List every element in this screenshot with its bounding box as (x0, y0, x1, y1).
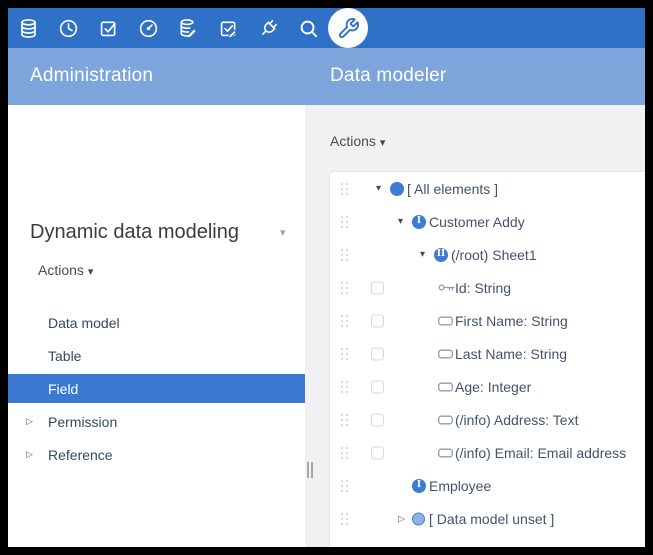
sidebar-item-data-model[interactable]: ▷ Data model (8, 308, 305, 337)
unset-node-icon (412, 512, 425, 525)
chevron-down-icon: ▾ (380, 137, 386, 149)
sidebar-item-label: Permission (48, 414, 117, 430)
app-window: Administration Data modeler Dynamic data… (8, 8, 645, 547)
clock-icon[interactable] (48, 8, 88, 48)
model-level-icon: I (412, 479, 426, 493)
sidebar-item-label: Field (48, 381, 78, 397)
task-check-icon[interactable] (88, 8, 128, 48)
tree-row-label[interactable]: Id: String (455, 280, 511, 296)
drag-handle-icon[interactable] (341, 282, 348, 294)
module-header-bar: Administration Data modeler (8, 48, 645, 105)
data-modeler-panel: Actions▾ ▾ [ All elements ] ▾ I Customer… (305, 105, 645, 547)
sidebar-menu: ▷ Data model ▷ Table ▷ Field ▷ Permissio… (8, 308, 305, 473)
field-icon (438, 316, 453, 325)
tree-actions-dropdown[interactable]: Actions▾ (330, 133, 385, 149)
search-icon[interactable] (288, 8, 328, 48)
sidebar-item-table[interactable]: ▷ Table (8, 341, 305, 370)
tree-row[interactable]: Id: String (330, 271, 645, 304)
row-checkbox[interactable] (371, 413, 384, 426)
panel-resize-handle[interactable] (307, 462, 315, 479)
page-title: Dynamic data modeling (30, 221, 239, 244)
row-checkbox[interactable] (371, 347, 384, 360)
field-icon (438, 349, 453, 358)
drag-handle-icon[interactable] (341, 216, 348, 228)
wrench-icon[interactable] (328, 8, 368, 48)
drag-handle-icon[interactable] (341, 414, 348, 426)
drag-handle-icon[interactable] (341, 183, 348, 195)
collapse-triangle-icon[interactable]: ▾ (376, 184, 381, 194)
tree-row-label[interactable]: Last Name: String (455, 346, 567, 362)
drag-handle-icon[interactable] (341, 513, 348, 525)
top-toolbar (8, 8, 645, 48)
row-checkbox[interactable] (371, 446, 384, 459)
collapse-triangle-icon[interactable]: ▾ (398, 217, 403, 227)
row-checkbox[interactable] (371, 314, 384, 327)
tree-row-label[interactable]: First Name: String (455, 313, 568, 329)
tree-row[interactable]: ▾ I Customer Addy (330, 205, 645, 238)
row-checkbox[interactable] (371, 380, 384, 393)
sidebar-item-reference[interactable]: ▷ Reference (8, 440, 305, 469)
expand-triangle-icon[interactable]: ▷ (26, 449, 33, 460)
tree-row-label[interactable]: (/info) Email: Email address (455, 445, 626, 461)
drag-handle-icon[interactable] (341, 480, 348, 492)
tree-row[interactable]: ▷ [ Data model unset ] (330, 502, 645, 535)
tree-row-label[interactable]: [ Data model unset ] (429, 511, 554, 527)
sidebar-item-label: Table (48, 348, 81, 364)
key-icon (438, 282, 455, 293)
field-icon (438, 448, 453, 457)
tree-row-label[interactable]: Customer Addy (429, 214, 525, 230)
collapse-triangle-icon[interactable]: ▾ (420, 250, 425, 260)
tree-row[interactable]: (/info) Address: Text (330, 403, 645, 436)
tree-row[interactable]: (/info) Email: Email address (330, 436, 645, 469)
sidebar-item-field[interactable]: ▷ Field (8, 374, 305, 403)
right-module-title: Data modeler (330, 65, 446, 87)
tree-row-label[interactable]: (/info) Address: Text (455, 412, 578, 428)
tree-row-label[interactable]: (/root) Sheet1 (451, 247, 537, 263)
drag-handle-icon[interactable] (341, 348, 348, 360)
sidebar-item-label: Data model (48, 315, 120, 331)
chevron-down-icon[interactable]: ▾ (280, 226, 286, 239)
sidebar-actions-dropdown[interactable]: Actions▾ (38, 262, 93, 278)
tree-row-label[interactable]: Employee (429, 478, 491, 494)
drag-handle-icon[interactable] (341, 381, 348, 393)
tree-row-label[interactable]: [ All elements ] (407, 181, 498, 197)
model-tree: ▾ [ All elements ] ▾ I Customer Addy ▾ I… (329, 171, 645, 547)
left-module-title: Administration (30, 65, 153, 87)
drag-handle-icon[interactable] (341, 249, 348, 261)
tree-row[interactable]: Last Name: String (330, 337, 645, 370)
database-edit-icon[interactable] (168, 8, 208, 48)
sidebar-item-permission[interactable]: ▷ Permission (8, 407, 305, 436)
sidebar-item-label: Reference (48, 447, 113, 463)
row-checkbox[interactable] (371, 281, 384, 294)
field-icon (438, 415, 453, 424)
model-level-icon: II (434, 248, 448, 262)
plug-icon[interactable] (248, 8, 288, 48)
database-icon[interactable] (8, 8, 48, 48)
field-icon (438, 382, 453, 391)
tree-row[interactable]: ▾ II (/root) Sheet1 (330, 238, 645, 271)
model-level-icon: I (412, 215, 426, 229)
tree-row-label[interactable]: Age: Integer (455, 379, 531, 395)
chevron-down-icon: ▾ (88, 266, 94, 278)
gauge-icon[interactable] (128, 8, 168, 48)
tree-row[interactable]: First Name: String (330, 304, 645, 337)
tree-row[interactable]: I Employee (330, 469, 645, 502)
form-edit-icon[interactable] (208, 8, 248, 48)
expand-triangle-icon[interactable]: ▷ (26, 416, 33, 427)
tree-row[interactable]: Age: Integer (330, 370, 645, 403)
administration-panel: Dynamic data modeling ▾ Actions▾ ▷ Data … (8, 105, 305, 547)
tree-row[interactable]: ▾ [ All elements ] (330, 172, 645, 205)
all-elements-node-icon (390, 182, 404, 196)
drag-handle-icon[interactable] (341, 447, 348, 459)
expand-triangle-icon[interactable]: ▷ (398, 514, 405, 523)
drag-handle-icon[interactable] (341, 315, 348, 327)
